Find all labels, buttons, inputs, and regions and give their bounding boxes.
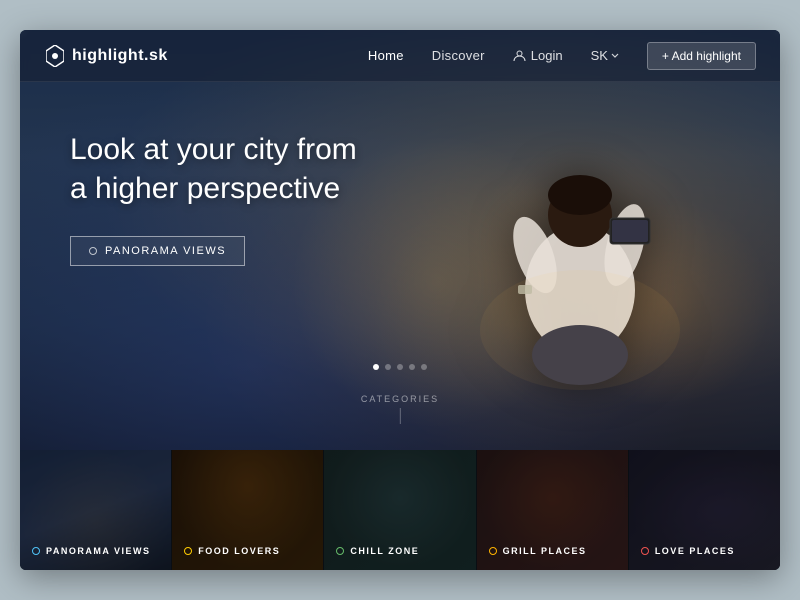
category-card-love[interactable]: LOVE PLACES [628, 450, 780, 570]
category-label-love: LOVE PLACES [641, 546, 735, 556]
hero-carousel-dots [373, 364, 427, 370]
nav-home[interactable]: Home [368, 48, 404, 63]
logo-text: highlight.sk [72, 47, 168, 65]
category-card-panorama[interactable]: PANORAMA VIEWS [20, 450, 171, 570]
hero-person [460, 70, 700, 390]
category-dot-food [184, 547, 192, 555]
category-dot-grill [489, 547, 497, 555]
category-card-food[interactable]: FOOD LOVERS [171, 450, 323, 570]
category-label-food: FOOD LOVERS [184, 546, 280, 556]
category-label-panorama: PANORAMA VIEWS [32, 546, 151, 556]
category-name-grill: GRILL PLACES [503, 546, 587, 556]
category-card-chill[interactable]: CHILL ZONE [323, 450, 475, 570]
nav-discover[interactable]: Discover [432, 48, 485, 63]
hero-cta-label: PANORAMA VIEWS [105, 245, 226, 257]
categories-divider: CATEGORIES [361, 394, 439, 424]
category-name-panorama: PANORAMA VIEWS [46, 546, 151, 556]
nav-links: Home Discover Login SK + Add highl [368, 42, 756, 70]
category-label-chill: CHILL ZONE [336, 546, 419, 556]
login-label: Login [531, 48, 563, 63]
panorama-dot-icon [89, 247, 97, 255]
dot-3[interactable] [397, 364, 403, 370]
categories-section: PANORAMA VIEWS FOOD LOVERS CHILL ZONE [20, 450, 780, 570]
logo[interactable]: highlight.sk [44, 45, 168, 67]
category-name-chill: CHILL ZONE [350, 546, 419, 556]
dot-2[interactable] [385, 364, 391, 370]
category-card-grill[interactable]: GRILL PLACES [476, 450, 628, 570]
browser-frame: highlight.sk Home Discover Login SK [20, 30, 780, 570]
user-icon [513, 49, 526, 62]
navbar: highlight.sk Home Discover Login SK [20, 30, 780, 82]
nav-language[interactable]: SK [591, 48, 619, 63]
category-name-love: LOVE PLACES [655, 546, 735, 556]
logo-icon [44, 45, 66, 67]
hero-section: highlight.sk Home Discover Login SK [20, 30, 780, 450]
add-highlight-button[interactable]: + Add highlight [647, 42, 756, 70]
hero-content: Look at your city from a higher perspect… [70, 130, 357, 266]
add-highlight-label: + Add highlight [662, 49, 741, 63]
dot-5[interactable] [421, 364, 427, 370]
category-dot-chill [336, 547, 344, 555]
category-name-food: FOOD LOVERS [198, 546, 280, 556]
hero-cta-button[interactable]: PANORAMA VIEWS [70, 236, 245, 266]
category-dot-panorama [32, 547, 40, 555]
lang-label: SK [591, 48, 608, 63]
dot-4[interactable] [409, 364, 415, 370]
category-label-grill: GRILL PLACES [489, 546, 587, 556]
nav-login[interactable]: Login [513, 48, 563, 63]
hero-title: Look at your city from a higher perspect… [70, 130, 357, 208]
categories-heading: CATEGORIES [361, 394, 439, 404]
chevron-down-icon [611, 53, 619, 58]
categories-line [400, 408, 401, 424]
dot-1[interactable] [373, 364, 379, 370]
category-dot-love [641, 547, 649, 555]
